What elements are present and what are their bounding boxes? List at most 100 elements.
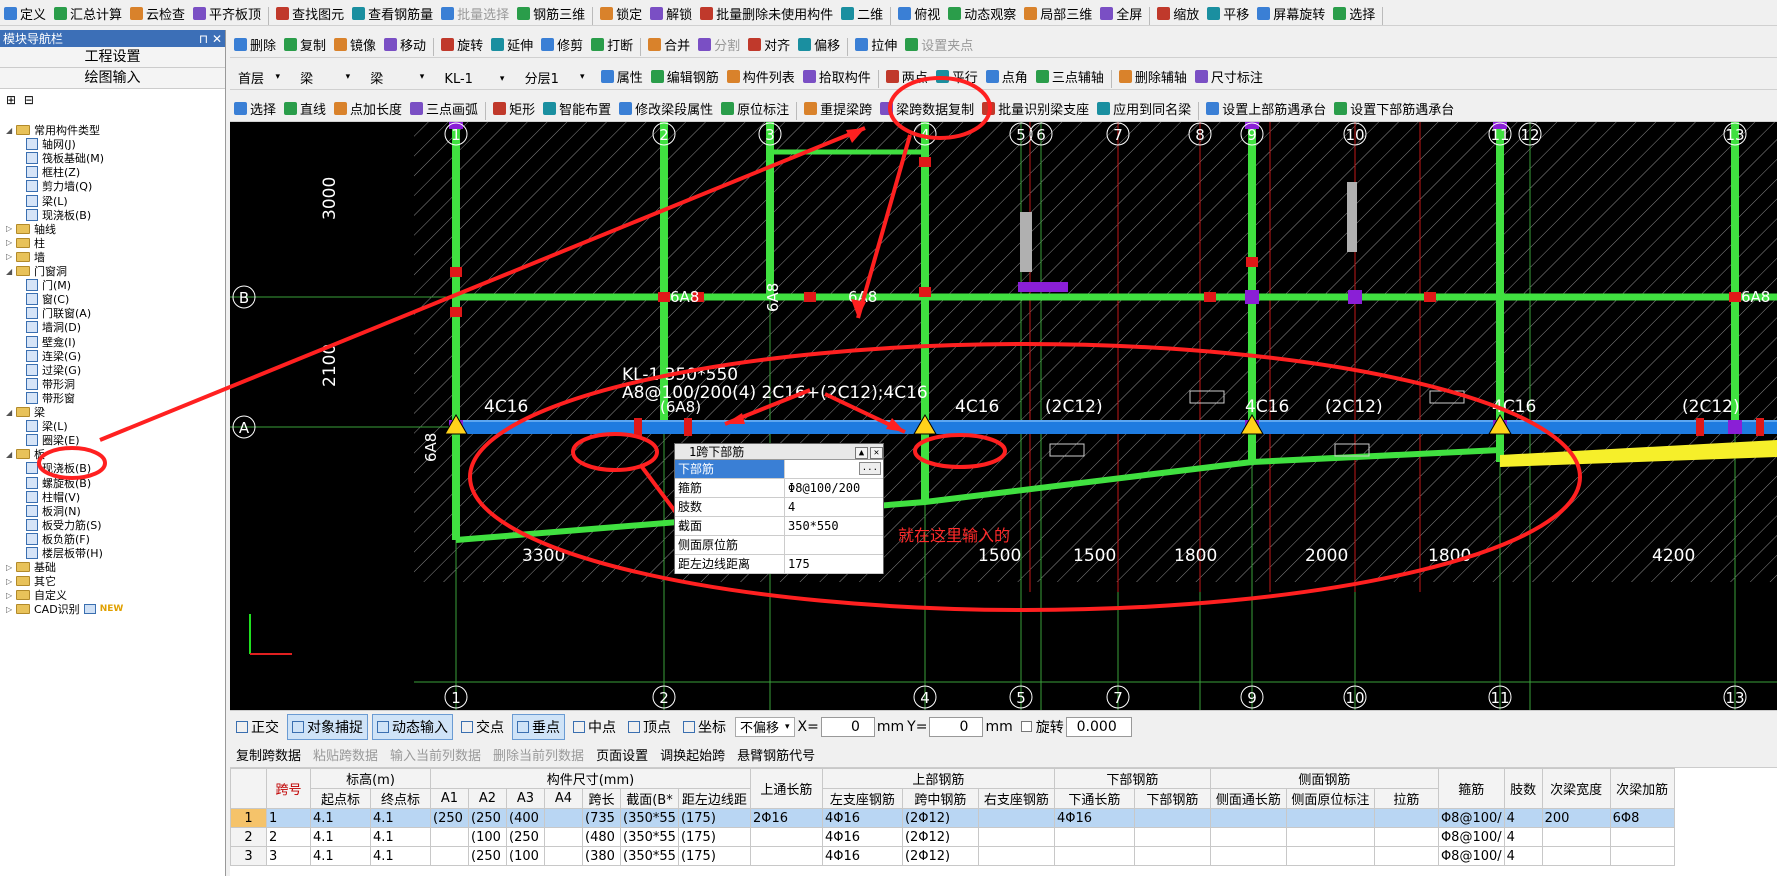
table-cell[interactable]: 4Φ16 (1053, 808, 1135, 828)
toolbar3-item-1[interactable]: 编辑钢筋 (648, 65, 722, 87)
popup-row[interactable]: 肢数 4 (675, 498, 883, 517)
table-row[interactable]: 2 2 4.1 4.1 (100 (250 (480 (350*55 (175) 4Φ16 (2Φ1… (230, 827, 1675, 847)
table-cell[interactable]: 4 (1503, 846, 1543, 866)
table-cell[interactable] (1133, 827, 1211, 847)
toolbar3-item-9[interactable]: 尺寸标注 (1192, 65, 1266, 87)
status-toggle-3[interactable]: 交点 (457, 715, 508, 739)
status-toggle-4[interactable]: 垂点 (512, 713, 565, 740)
table-cell[interactable] (430, 846, 469, 866)
collapse-all-icon[interactable]: ⊟ (24, 93, 34, 107)
rotate-checkbox[interactable] (1020, 721, 1032, 732)
cad-drawing[interactable]: 1 2 3 4 5 6 7 8 9 10 11 12 131 2 4 5 7 9 10 11 13BA300021003… (230, 122, 1777, 710)
expand-toggle-icon[interactable]: ▷ (6, 591, 16, 600)
popup-row-value[interactable]: 175 (785, 555, 883, 573)
offset-select[interactable]: 不偏移 ▾ (735, 716, 795, 737)
toolbar1-item-15[interactable]: 全屏 (1097, 2, 1145, 24)
popup-row-value[interactable]: 350*550 (785, 517, 883, 535)
toolbar1-item-2[interactable]: 云检查 (127, 2, 188, 24)
toolbar4-item-6[interactable]: 修改梁段属性 (616, 97, 716, 119)
table-cell[interactable]: (175) (677, 808, 751, 828)
table-cell[interactable] (1209, 827, 1287, 847)
expand-toggle-icon[interactable]: ◢ (6, 126, 16, 135)
toolbar2-item-13[interactable]: 设置夹点 (902, 33, 976, 55)
table-cell[interactable]: 4 (1503, 808, 1543, 828)
toolbar1-item-1[interactable]: 汇总计算 (51, 2, 125, 24)
table-cell[interactable] (430, 827, 469, 847)
toolbar4-item-5[interactable]: 智能布置 (540, 97, 614, 119)
table-cell[interactable]: 4.1 (310, 846, 371, 866)
table-cell[interactable] (1373, 808, 1439, 828)
table-cell[interactable]: 4Φ16 (821, 808, 903, 828)
table-cell[interactable]: (250 (468, 846, 507, 866)
grid-tool-5[interactable]: 调换起始跨 (660, 745, 725, 764)
toolbar3-item-2[interactable]: 构件列表 (724, 65, 798, 87)
toolbar4-item-10[interactable]: 批量识别梁支座 (979, 97, 1092, 119)
toolbar4-item-0[interactable]: 选择 (231, 97, 279, 119)
x-input[interactable]: 0 (820, 716, 875, 737)
status-toggle-1[interactable]: 对象捕捉 (287, 713, 368, 740)
grid-tool-3[interactable]: 删除当前列数据 (493, 745, 584, 764)
table-row[interactable]: 1 1 4.1 4.1 (250 (250 (400 (735 (350*55 (175) 2Φ16… (230, 808, 1675, 828)
toolbar4-item-13[interactable]: 设置下部筋遇承台 (1331, 97, 1457, 119)
floor-select[interactable]: 首层 ▾ (233, 67, 285, 87)
toolbar3-item-6[interactable]: 点角 (983, 65, 1031, 87)
table-cell[interactable]: (100 (506, 846, 545, 866)
table-cell[interactable]: Φ8@100/ (1437, 808, 1505, 828)
toolbar1-item-12[interactable]: 俯视 (895, 2, 943, 24)
toolbar4-item-3[interactable]: 三点画弧 (407, 97, 481, 119)
grid-tool-6[interactable]: 悬臂钢筋代号 (737, 745, 815, 764)
table-cell[interactable]: (380 (582, 846, 621, 866)
toolbar3-item-5[interactable]: 平行 (933, 65, 981, 87)
grid-tool-2[interactable]: 输入当前列数据 (390, 745, 481, 764)
table-cell[interactable]: (2Φ12) (901, 846, 979, 866)
table-cell[interactable] (1373, 827, 1439, 847)
table-cell[interactable] (544, 827, 583, 847)
table-cell[interactable] (1133, 846, 1211, 866)
toolbar2-item-3[interactable]: 移动 (381, 33, 429, 55)
table-cell[interactable] (1541, 827, 1611, 847)
table-cell[interactable]: 4.1 (370, 827, 431, 847)
toolbar3-item-4[interactable]: 两点 (883, 65, 931, 87)
table-cell[interactable] (1285, 846, 1375, 866)
table-cell[interactable]: (250 (506, 827, 545, 847)
toolbar4-item-7[interactable]: 原位标注 (718, 97, 792, 119)
table-cell[interactable]: (175) (677, 846, 751, 866)
toolbar1-item-4[interactable]: 查找图元 (273, 2, 347, 24)
table-cell[interactable]: (400 (506, 808, 545, 828)
toolbar2-item-7[interactable]: 打断 (588, 33, 636, 55)
status-toggle-7[interactable]: 坐标 (679, 715, 730, 739)
table-cell[interactable]: (735 (582, 808, 621, 828)
popup-up-icon[interactable]: ▲ (855, 447, 868, 459)
toolbar2-item-1[interactable]: 复制 (281, 33, 329, 55)
toolbar1-item-8[interactable]: 锁定 (597, 2, 645, 24)
popup-row[interactable]: 箍筋 Φ8@100/200 (675, 479, 883, 498)
y-input[interactable]: 0 (929, 716, 984, 737)
table-cell[interactable] (1053, 827, 1135, 847)
table-cell[interactable] (1209, 846, 1287, 866)
toolbar4-item-11[interactable]: 应用到同名梁 (1094, 97, 1194, 119)
table-cell[interactable]: 4.1 (370, 808, 431, 828)
table-cell[interactable]: Φ8@100/ (1437, 846, 1505, 866)
table-cell[interactable] (749, 846, 823, 866)
toolbar4-item-12[interactable]: 设置上部筋遇承台 (1203, 97, 1329, 119)
popup-row-value[interactable]: 4 (785, 498, 883, 516)
table-cell[interactable]: 6Φ8 (1609, 808, 1675, 828)
status-toggle-0[interactable]: 正交 (232, 715, 283, 739)
toolbar2-item-10[interactable]: 对齐 (745, 33, 793, 55)
toolbar1-item-3[interactable]: 平齐板顶 (190, 2, 264, 24)
toolbar2-item-9[interactable]: 分割 (695, 33, 743, 55)
table-cell[interactable]: (2Φ12) (901, 808, 979, 828)
drawing-input-button[interactable]: 绘图输入 (0, 68, 225, 89)
expand-all-icon[interactable]: ⊞ (6, 93, 16, 107)
expand-toggle-icon[interactable]: ▷ (6, 238, 16, 247)
toolbar3-item-3[interactable]: 拾取构件 (800, 65, 874, 87)
table-cell[interactable]: 4.1 (310, 827, 371, 847)
expand-toggle-icon[interactable]: ▷ (6, 577, 16, 586)
project-settings-button[interactable]: 工程设置 (0, 47, 225, 68)
table-cell[interactable] (977, 827, 1055, 847)
popup-row-value[interactable]: Φ8@100/200 (785, 479, 883, 497)
grid-tool-0[interactable]: 复制跨数据 (236, 745, 301, 764)
table-cell[interactable] (1541, 846, 1611, 866)
table-cell[interactable]: (250 (430, 808, 469, 828)
table-cell[interactable]: (350*55 (620, 846, 679, 866)
